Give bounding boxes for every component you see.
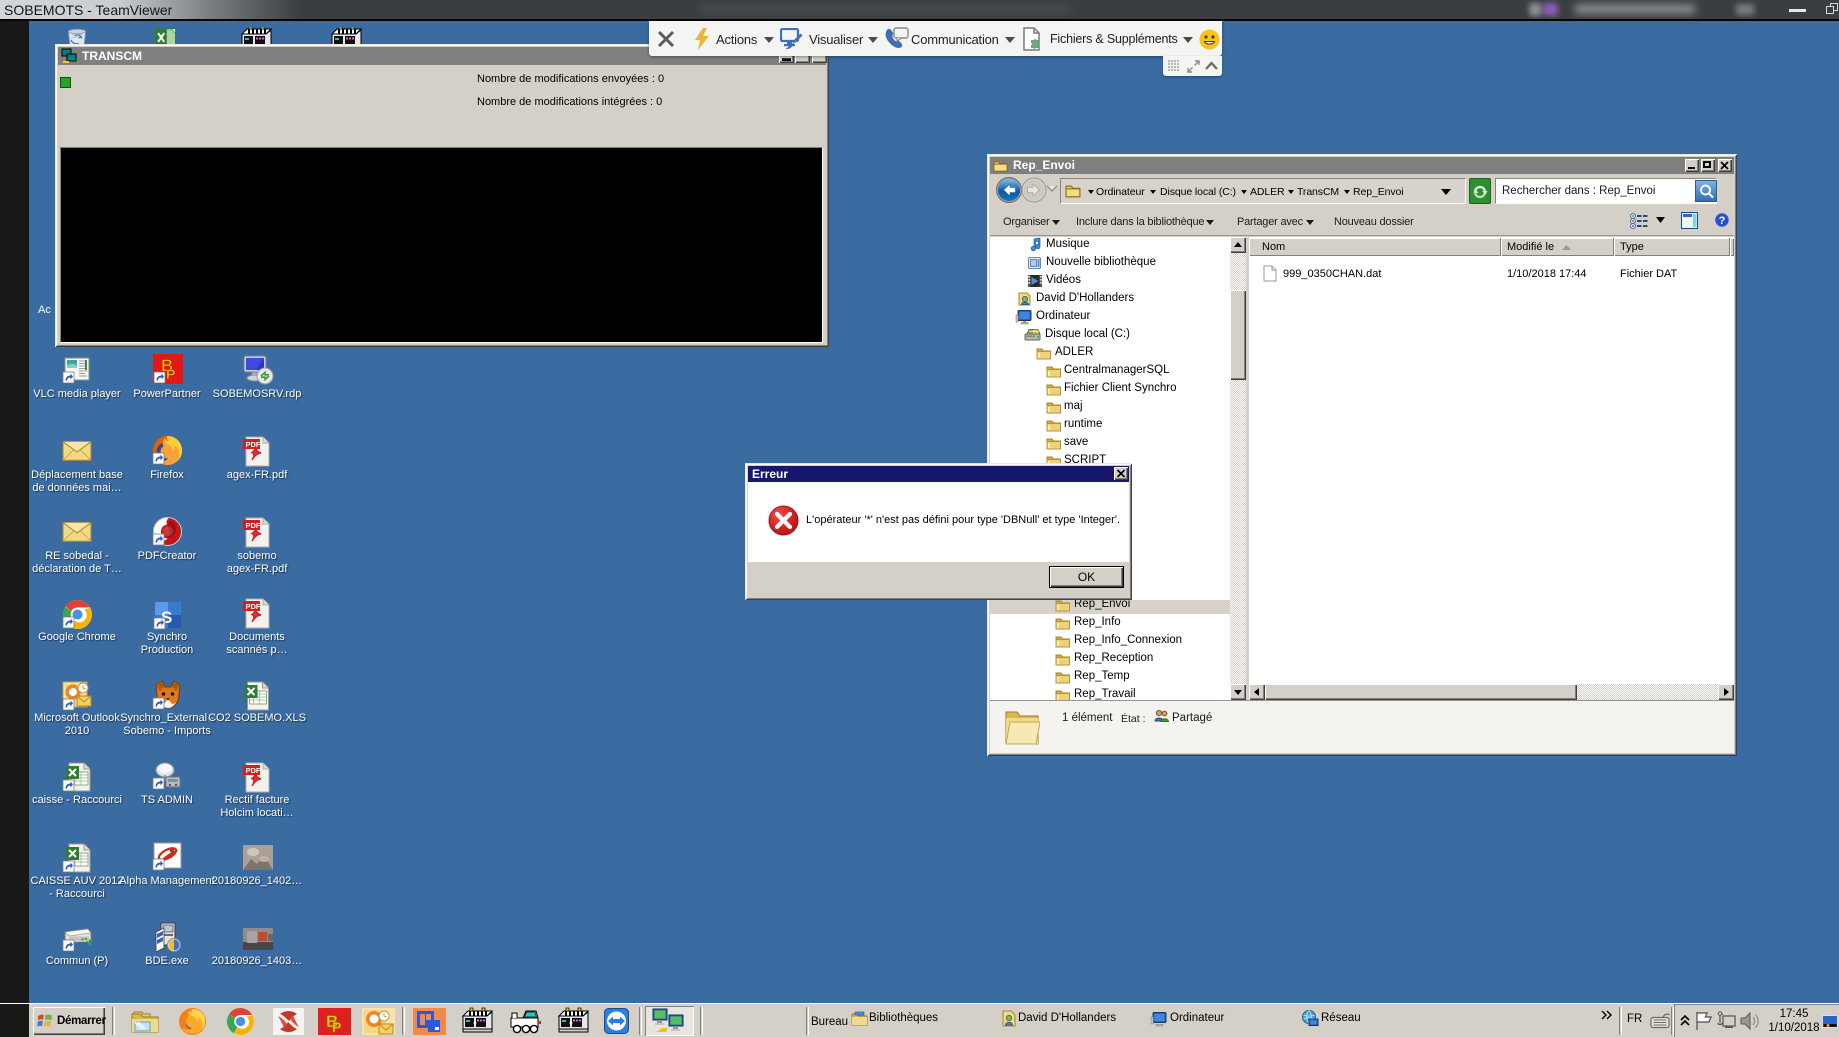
svg-text:P: P (166, 366, 175, 382)
svg-text:P: P (332, 1019, 341, 1035)
svg-text:?: ? (1719, 215, 1726, 227)
